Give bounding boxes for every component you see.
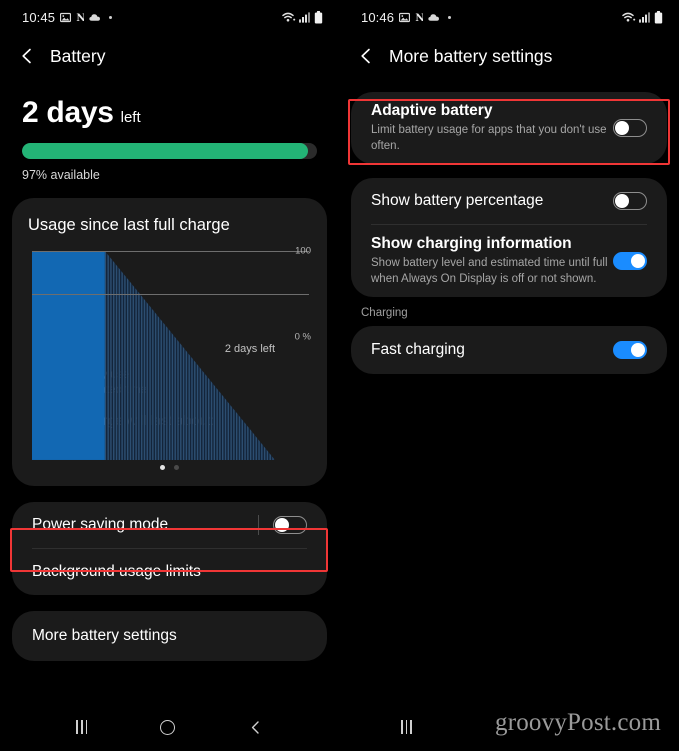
row-background-usage-limits-texts: Background usage limits (32, 553, 307, 591)
row-power-saving-mode-title: Power saving mode (32, 516, 169, 533)
toggle-knob (631, 343, 645, 358)
wifi-icon (622, 11, 636, 23)
row-more-battery-settings-title: More battery settings (32, 627, 177, 644)
status-left-group: 10:45 N (22, 9, 113, 25)
chart-gridline-top (32, 251, 309, 252)
toggle-show-charging-information[interactable] (613, 252, 647, 271)
toggle-adaptive-battery[interactable] (613, 119, 647, 138)
nfc-icon: N (415, 12, 424, 24)
image-icon (399, 12, 411, 23)
cloud-icon (428, 13, 441, 22)
chart-axis-label-top: 100 (295, 245, 311, 257)
right-status-bar: 10:46 N (339, 0, 679, 34)
row-adaptive-battery-texts: Adaptive battery Limit battery usage for… (371, 92, 613, 164)
battery-progress-fill (22, 143, 309, 159)
toggle-show-battery-percentage[interactable] (613, 192, 647, 211)
left-settings-card: Power saving mode Background usage limit… (12, 502, 327, 595)
dual-screenshot: 10:45 N (0, 0, 679, 751)
battery-progress-bar (22, 143, 317, 159)
toggle-divider (258, 515, 259, 535)
row-show-battery-percentage-texts: Show battery percentage (371, 182, 613, 220)
page-title: Battery (50, 45, 106, 66)
status-right-group-right (622, 10, 663, 24)
battery-icon (314, 10, 323, 24)
svg-text:N: N (415, 13, 423, 23)
row-adaptive-battery-title: Adaptive battery (371, 102, 493, 119)
display-settings-card: Show battery percentage Show charging in… (351, 178, 667, 298)
row-power-saving-mode-texts: Power saving mode (32, 506, 258, 544)
image-icon (60, 12, 72, 23)
status-time: 10:46 (361, 9, 395, 25)
row-background-usage-limits-title: Background usage limits (32, 563, 201, 580)
row-show-charging-information-texts: Show charging information Show battery l… (371, 225, 613, 297)
row-show-charging-information[interactable]: Show charging information Show battery l… (351, 225, 667, 297)
row-show-charging-information-subtitle: Show battery level and estimated time un… (371, 257, 608, 285)
wifi-icon (282, 11, 296, 23)
signal-icon (639, 11, 651, 23)
row-adaptive-battery-subtitle: Limit battery usage for apps that you do… (371, 124, 607, 152)
toggle-power-saving-mode[interactable] (273, 516, 307, 534)
recents-icon[interactable] (401, 720, 412, 734)
adaptive-battery-card: Adaptive battery Limit battery usage for… (351, 92, 667, 165)
recents-icon[interactable] (76, 720, 88, 734)
page-dot-1[interactable] (160, 465, 165, 470)
section-header-charging: Charging (361, 307, 408, 320)
page-indicator (28, 465, 311, 470)
status-time: 10:45 (22, 9, 56, 25)
row-power-saving-mode[interactable]: Power saving mode (12, 502, 327, 548)
left-status-bar: 10:45 N (0, 0, 339, 34)
left-more-card: More battery settings (12, 611, 327, 661)
usage-card: Usage since last full charge 100 0 % 2 d… (12, 198, 327, 486)
watermark: groovyPost.com (495, 709, 661, 736)
status-left-group-right: 10:46 N (361, 9, 452, 25)
page-dot-2[interactable] (174, 465, 179, 470)
signal-icon (299, 11, 311, 23)
toggle-knob (615, 121, 629, 136)
chart-svg (32, 251, 275, 460)
back-chevron-icon[interactable] (18, 47, 36, 65)
left-phone-screen: 10:45 N (0, 0, 339, 751)
right-app-bar: More battery settings (339, 34, 679, 78)
toggle-fast-charging[interactable] (613, 341, 647, 360)
row-background-usage-limits[interactable]: Background usage limits (12, 549, 327, 595)
dot-icon (109, 15, 113, 19)
row-fast-charging-texts: Fast charging (371, 331, 613, 369)
battery-time-remaining: 2 days (22, 96, 114, 129)
battery-available-text: 97% available (22, 168, 100, 182)
toggle-knob (275, 518, 289, 532)
chart-gridline-mid (32, 294, 309, 295)
home-icon[interactable] (159, 719, 175, 735)
battery-icon (654, 10, 663, 24)
row-more-battery-settings[interactable]: More battery settings (12, 611, 327, 661)
battery-time-remaining-suffix: left (120, 109, 141, 126)
battery-summary-line: 2 days left (22, 96, 317, 130)
nfc-icon: N (76, 12, 85, 24)
back-chevron-icon[interactable] (357, 47, 375, 65)
row-show-battery-percentage-title: Show battery percentage (371, 192, 544, 210)
chart-axis-label-bottom: 0 % (294, 331, 311, 343)
right-phone-screen: 10:46 N (339, 0, 679, 751)
row-fast-charging-title: Fast charging (371, 341, 465, 359)
left-nav-bar (0, 703, 339, 751)
back-icon[interactable] (248, 720, 263, 735)
toggle-knob (631, 254, 645, 269)
row-more-battery-settings-texts: More battery settings (32, 617, 307, 655)
battery-usage-chart: 100 0 % (32, 246, 311, 460)
toggle-knob (615, 194, 629, 209)
svg-text:N: N (76, 13, 84, 23)
usage-card-title: Usage since last full charge (28, 216, 230, 234)
cloud-icon (89, 13, 102, 22)
left-app-bar: Battery (0, 34, 339, 78)
battery-summary: 2 days left 97% available (0, 78, 339, 182)
row-show-charging-information-title: Show charging information (371, 235, 572, 253)
row-adaptive-battery[interactable]: Adaptive battery Limit battery usage for… (351, 92, 667, 164)
dot-icon (448, 15, 452, 19)
page-title: More battery settings (389, 45, 553, 66)
row-show-battery-percentage[interactable]: Show battery percentage (351, 178, 667, 224)
charging-card: Fast charging (351, 326, 667, 375)
status-right-group (282, 10, 323, 24)
row-fast-charging[interactable]: Fast charging (351, 326, 667, 374)
